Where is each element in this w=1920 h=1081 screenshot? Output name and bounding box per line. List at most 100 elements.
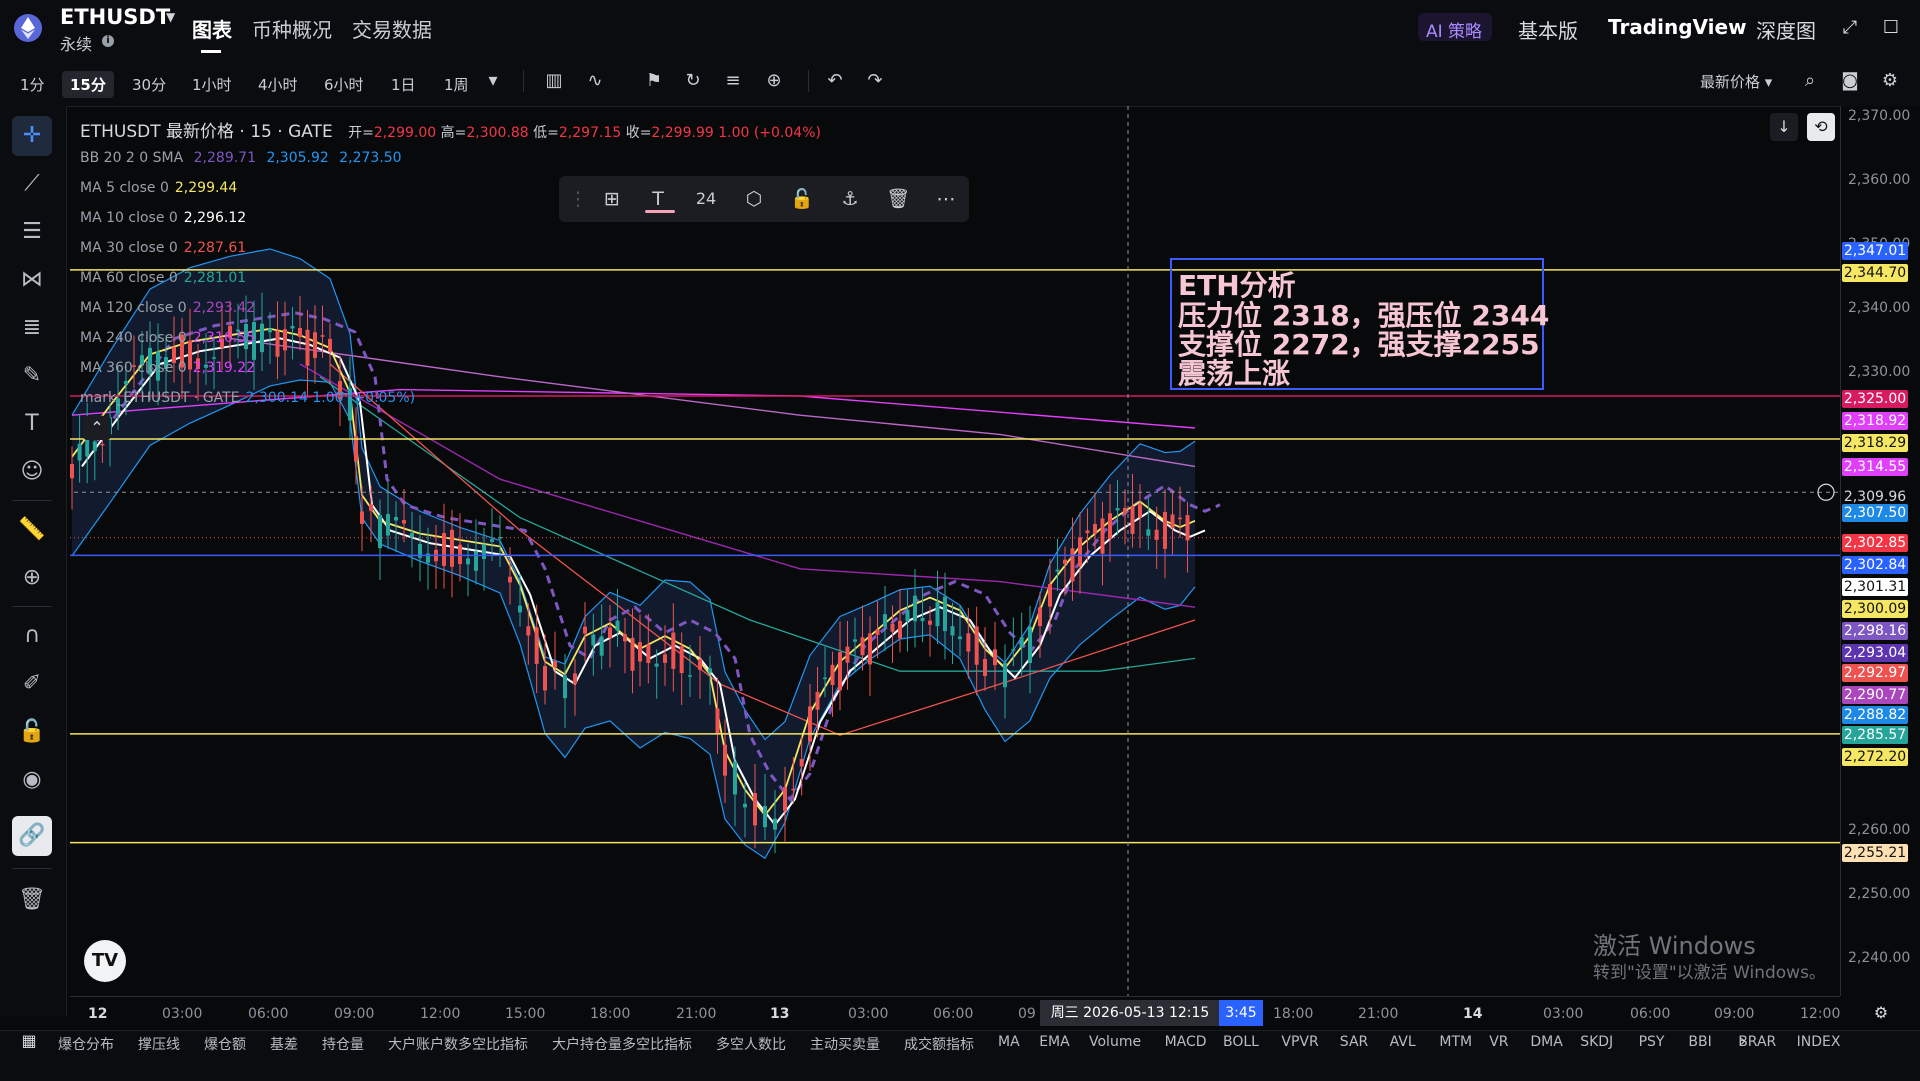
indicator-item[interactable]: VR — [1489, 1034, 1508, 1050]
legend-mark-price[interactable]: mark_ETHUSDT · GATE 2,300.14 1.00 (+0.05%… — [80, 390, 415, 406]
indicator-item[interactable]: 多空人数比 — [716, 1034, 786, 1054]
interval-1h[interactable]: 1小时 — [184, 71, 240, 98]
horizontal-lines-icon[interactable]: ☰ — [12, 212, 52, 252]
indicator-item[interactable]: VPVR — [1281, 1034, 1318, 1050]
trend-line-icon[interactable]: ⟋ — [12, 164, 52, 204]
redo-icon[interactable]: ↷ — [864, 70, 886, 92]
zoom-in-icon[interactable]: ⊕ — [12, 558, 52, 598]
indicator-item[interactable]: 大户账户数多空比指标 — [388, 1034, 528, 1054]
crosshair-icon[interactable]: ✛ — [12, 116, 52, 156]
search-icon[interactable]: ⌕ — [1799, 70, 1821, 92]
chevron-right-icon[interactable]: › — [1732, 1030, 1754, 1052]
calendar-icon[interactable]: ▦ — [18, 1030, 40, 1052]
stay-drawing-icon[interactable]: ✐ — [12, 664, 52, 704]
interval-1m[interactable]: 1分 — [12, 71, 53, 98]
fib-icon[interactable]: ≣ — [12, 308, 52, 348]
tab-trade-data[interactable]: 交易数据 — [352, 14, 432, 43]
ruler-icon[interactable]: 📏 — [12, 510, 52, 550]
axis-settings-icon[interactable]: ⚙ — [1870, 1002, 1892, 1024]
settings-gear-icon[interactable]: ⚙ — [1879, 70, 1901, 92]
price-type-select[interactable]: 最新价格 ▾ — [1700, 71, 1772, 92]
indicator-item[interactable]: Volume — [1089, 1034, 1141, 1050]
symbol-dropdown-icon[interactable]: ▼ — [166, 10, 175, 24]
ai-strategy-button[interactable]: AI 策略 — [1418, 13, 1492, 42]
emoji-icon[interactable]: ☺ — [12, 452, 52, 492]
indicator-item[interactable]: 持仓量 — [322, 1034, 364, 1054]
indicator-item[interactable]: DMA — [1530, 1034, 1562, 1050]
interval-15m[interactable]: 15分 — [62, 71, 114, 98]
alert-icon[interactable]: ⚑ — [643, 70, 665, 92]
lock-drawing-icon[interactable]: 🔓 — [789, 186, 815, 212]
replay-icon[interactable]: ↻ — [682, 70, 704, 92]
trash-icon[interactable]: 🗑 — [12, 880, 52, 920]
brush-icon[interactable]: ✎ — [12, 356, 52, 396]
legend-bb[interactable]: BB 20 2 0 SMA 2,289.71 2,305.92 2,273.50 — [80, 150, 402, 166]
indicator-item[interactable]: MACD — [1165, 1034, 1207, 1050]
template-icon[interactable]: ⊞ — [599, 186, 625, 212]
legend-ma360[interactable]: MA 360 close 0 2,319.22 — [80, 360, 255, 376]
indicator-item[interactable]: BBI — [1688, 1034, 1711, 1050]
indicator-item[interactable]: BOLL — [1223, 1034, 1259, 1050]
magnet-icon[interactable]: ∩ — [12, 616, 52, 656]
text-color-icon[interactable]: T — [645, 186, 671, 212]
lock-icon[interactable]: 🔓 — [12, 712, 52, 752]
tab-chart[interactable]: 图表 — [192, 14, 232, 43]
eye-icon[interactable]: ◉ — [12, 760, 52, 800]
templates-icon[interactable]: ≡ — [722, 70, 744, 92]
interval-1w[interactable]: 1周 — [436, 71, 477, 98]
scroll-down-icon[interactable]: ↓ — [1770, 113, 1798, 141]
settings-icon[interactable]: ⬡ — [741, 186, 767, 212]
link-icon[interactable]: 🔗 — [12, 816, 52, 856]
indicator-item[interactable]: 大户持仓量多空比指标 — [552, 1034, 692, 1054]
interval-6h[interactable]: 6小时 — [316, 71, 372, 98]
indicator-item[interactable]: 基差 — [270, 1034, 298, 1054]
interval-1d[interactable]: 1日 — [383, 71, 424, 98]
symbol-name[interactable]: ETHUSDT — [60, 5, 170, 29]
indicator-item[interactable]: AVL — [1390, 1034, 1416, 1050]
depth-chart-link[interactable]: 深度图 — [1756, 15, 1816, 44]
candle-type-icon[interactable]: ▥ — [543, 70, 565, 92]
fullscreen-icon[interactable]: ☐ — [1880, 17, 1902, 39]
font-size-select[interactable]: 24 — [693, 186, 719, 212]
indicator-item[interactable]: SKDJ — [1580, 1034, 1613, 1050]
interval-dropdown-icon[interactable]: ▾ — [482, 70, 504, 92]
expand-icon[interactable]: ⤢ — [1839, 17, 1861, 39]
indicator-item[interactable]: 爆仓分布 — [58, 1034, 114, 1054]
anchor-icon[interactable]: ⚓ — [837, 186, 863, 212]
more-icon[interactable]: ⋯ — [933, 186, 959, 212]
info-icon[interactable]: i — [102, 35, 114, 47]
legend-ma120[interactable]: MA 120 close 0 2,293.42 — [80, 300, 255, 316]
tab-coin-overview[interactable]: 币种概况 — [252, 14, 332, 43]
indicator-item[interactable]: MTM — [1439, 1034, 1472, 1050]
reset-view-icon[interactable]: ⟲ — [1807, 113, 1835, 141]
indicators-icon[interactable]: ∿ — [584, 70, 606, 92]
interval-4h[interactable]: 4小时 — [250, 71, 306, 98]
legend-ma240[interactable]: MA 240 close 0 2,316.55 — [80, 330, 255, 346]
legend-ma5[interactable]: MA 5 close 0 2,299.44 — [80, 180, 237, 196]
drag-handle-icon[interactable]: ⋮ — [565, 186, 591, 212]
indicator-item[interactable]: EMA — [1039, 1034, 1070, 1050]
indicator-item[interactable]: 主动买卖量 — [810, 1034, 880, 1054]
indicator-item[interactable]: 成交额指标 — [904, 1034, 974, 1054]
indicator-item[interactable]: INDEX — [1797, 1034, 1841, 1050]
legend-ma10[interactable]: MA 10 close 0 2,296.12 — [80, 210, 246, 226]
legend-ma30[interactable]: MA 30 close 0 2,287.61 — [80, 240, 246, 256]
interval-30m[interactable]: 30分 — [124, 71, 174, 98]
analysis-text-box[interactable]: ETH分析 压力位 2318，强压位 2344 支撑位 2272，强支撑2255… — [1170, 258, 1549, 390]
undo-icon[interactable]: ↶ — [824, 70, 846, 92]
add-icon[interactable]: ⊕ — [763, 70, 785, 92]
indicator-item[interactable]: PSY — [1639, 1034, 1665, 1050]
indicator-item[interactable]: SAR — [1340, 1034, 1368, 1050]
price-chart[interactable] — [70, 106, 1840, 996]
text-tool-icon[interactable]: T — [12, 404, 52, 444]
tradingview-link[interactable]: TradingView — [1608, 15, 1747, 39]
pattern-icon[interactable]: ⋈ — [12, 260, 52, 300]
chart-canvas[interactable] — [70, 106, 1840, 996]
delete-drawing-icon[interactable]: 🗑 — [885, 186, 911, 212]
indicator-item[interactable]: 撑压线 — [138, 1034, 180, 1054]
indicator-item[interactable]: 爆仓额 — [204, 1034, 246, 1054]
collapse-legend-icon[interactable]: ⌃ — [83, 416, 111, 440]
legend-ma60[interactable]: MA 60 close 0 2,281.01 — [80, 270, 246, 286]
indicator-item[interactable]: MA — [998, 1034, 1020, 1050]
basic-view-link[interactable]: 基本版 — [1518, 15, 1578, 44]
